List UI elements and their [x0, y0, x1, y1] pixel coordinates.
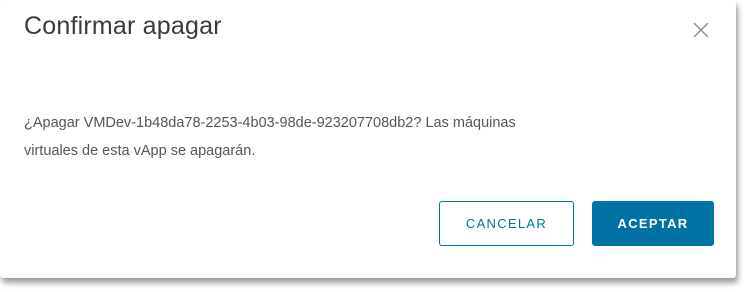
dialog-message-line-1: ¿Apagar VMDev-1b48da78-2253-4b03-98de-92…: [24, 115, 516, 131]
close-icon: [693, 22, 709, 38]
accept-button[interactable]: ACEPTAR: [592, 201, 714, 246]
close-button[interactable]: [690, 19, 712, 41]
dialog-message-line-2: virtuales de esta vApp se apagarán.: [24, 143, 256, 159]
dialog-title: Confirmar apagar: [24, 12, 222, 40]
cancel-button[interactable]: CANCELAR: [439, 201, 574, 246]
stage: Confirmar apagar ¿Apagar VMDev-1b48da78-…: [0, 0, 746, 292]
dialog-message: ¿Apagar VMDev-1b48da78-2253-4b03-98de-92…: [24, 109, 714, 165]
confirm-shutdown-dialog: Confirmar apagar ¿Apagar VMDev-1b48da78-…: [0, 0, 736, 278]
